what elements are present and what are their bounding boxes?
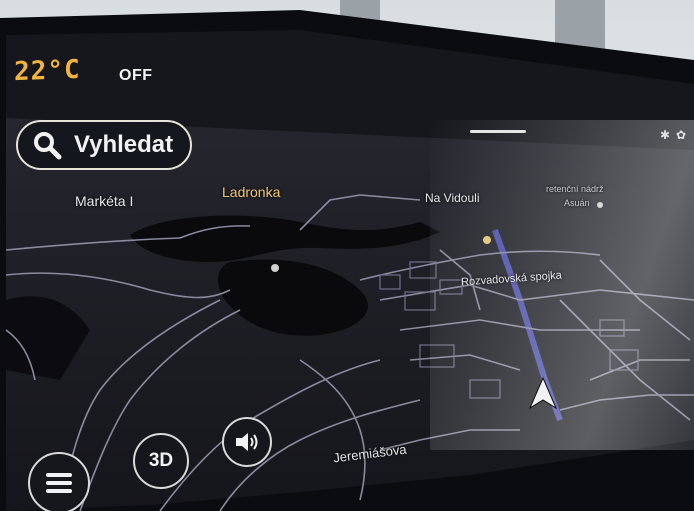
hamburger-menu-icon [46,473,72,493]
map-poi-marker[interactable] [271,264,279,272]
navigation-arrow-icon [528,376,558,410]
map-3d-button[interactable]: 3D [133,433,189,489]
map-poi-marker[interactable] [483,236,491,244]
settings-icon: ✿ [676,128,687,142]
infotainment-photo: 22°C OFF ✱ ✿ Vyhledat Markéta I Ladronka… [0,0,694,511]
bluetooth-icon: ✱ [660,128,671,142]
menu-button[interactable] [28,452,90,511]
search-button[interactable]: Vyhledat [16,120,192,170]
navigation-screen [0,10,694,511]
search-label: Vyhledat [74,131,174,158]
climate-state[interactable]: OFF [119,67,153,85]
map-poi-marker[interactable] [597,202,603,208]
speaker-icon [236,433,258,451]
map-3d-label: 3D [148,450,174,471]
map-label-ladronka: Ladronka [222,184,281,200]
map-label-asuan: Asuán [564,198,590,208]
search-icon [34,132,62,160]
map-label-na-vidouli: Na Vidouli [425,191,480,205]
sound-button[interactable] [222,417,272,467]
temperature-display[interactable]: 22°C [14,55,81,87]
map-label-retencni: retenční nádrž [546,184,604,194]
map-label-marketa: Markéta I [75,193,134,209]
pull-down-handle[interactable] [470,130,526,133]
